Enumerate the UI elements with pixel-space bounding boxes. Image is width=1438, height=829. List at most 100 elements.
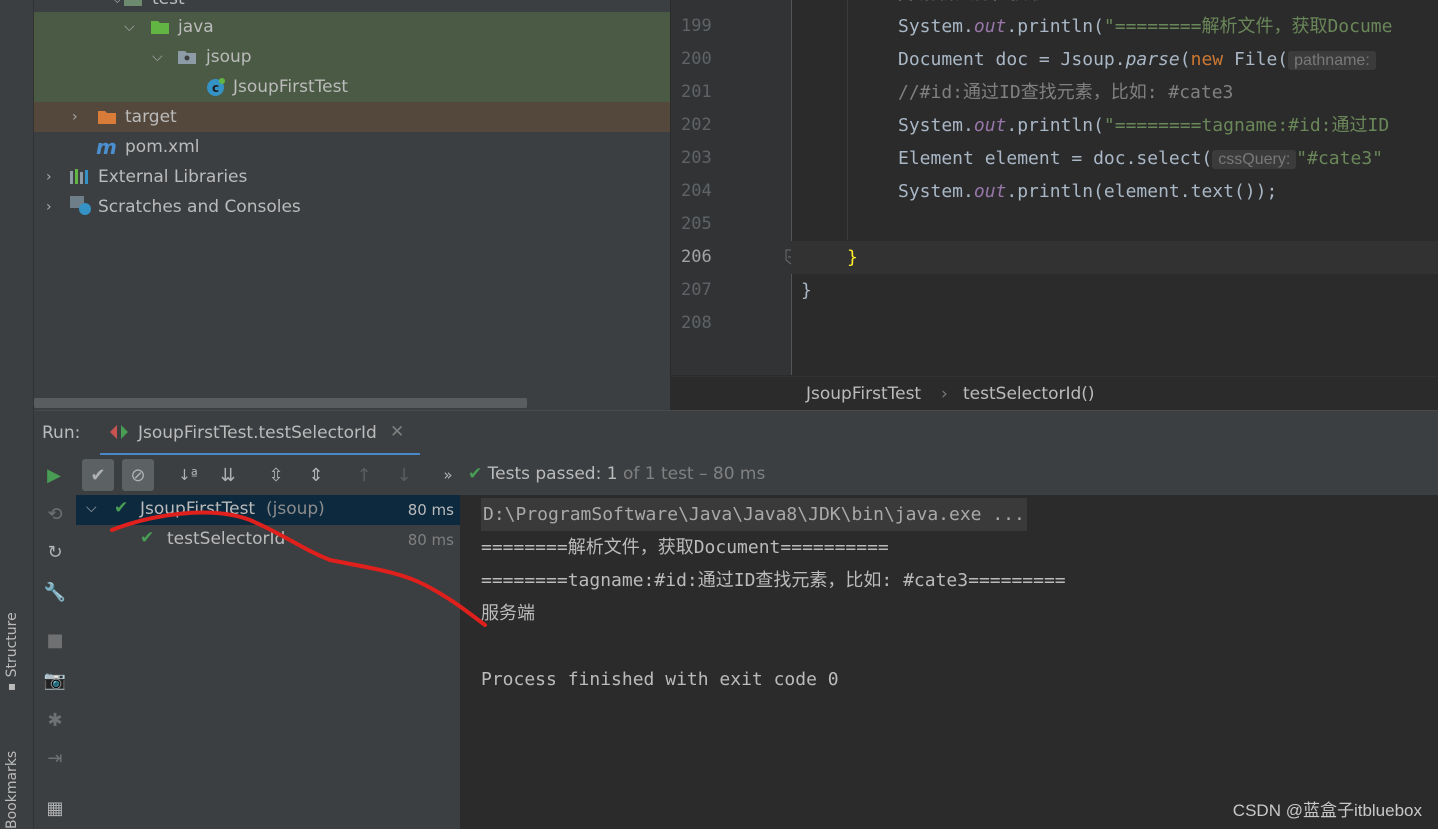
snapshot-button[interactable]: 📷: [42, 667, 68, 693]
code-token: new: [1190, 49, 1224, 70]
bookmarks-tab[interactable]: Bookmarks: [4, 751, 20, 829]
class-icon: c: [207, 78, 225, 96]
watermark: CSDN @蓝盒子itbluebox: [1232, 801, 1422, 820]
arrow-up-icon: ↑: [356, 464, 372, 486]
code-token: "========解析文件，获取Docume: [1103, 16, 1393, 37]
test-suite-name: JsoupFirstTest: [140, 499, 256, 519]
tree-item-external-libraries[interactable]: › External Libraries: [34, 162, 670, 192]
parameter-hint: cssQuery:: [1212, 150, 1297, 169]
stop-icon: ■: [46, 629, 64, 651]
layout-button[interactable]: ▦: [42, 795, 68, 821]
arrow-down-icon: ↓: [396, 464, 412, 486]
run-label: Run:: [42, 423, 81, 443]
settings-button[interactable]: 🔧: [42, 579, 68, 605]
code-token: System.: [898, 115, 974, 136]
code-token: out: [973, 181, 1007, 202]
tree-item-scratches[interactable]: › Scratches and Consoles: [34, 192, 670, 222]
sort-alpha-button[interactable]: ↓ª: [172, 459, 204, 491]
structure-icon: ▪: [7, 678, 17, 693]
maven-icon: m: [96, 135, 117, 159]
status-suffix: of 1 test – 80 ms: [622, 464, 766, 484]
test-duration: 80 ms: [407, 501, 454, 519]
chevron-right-icon: ›: [941, 384, 948, 404]
chevron-down-icon[interactable]: ⌵: [152, 42, 163, 72]
console-line: Process finished with exit code 0: [481, 669, 839, 690]
console-line: 服务端: [481, 603, 535, 624]
line-number: 207: [681, 280, 712, 300]
line-number: 206: [681, 247, 712, 267]
collapse-all-icon: ⇕: [308, 464, 324, 486]
show-ignored-button[interactable]: ⊘: [122, 459, 154, 491]
tree-item-java[interactable]: ⌵ java: [34, 12, 670, 42]
tree-item-label: target: [125, 107, 177, 127]
expand-all-button[interactable]: ⇳: [260, 459, 292, 491]
test-row-selected[interactable]: ⌵ ✔ JsoupFirstTest (jsoup) 80 ms: [76, 495, 460, 525]
breadcrumb-method[interactable]: testSelectorId(): [963, 377, 1095, 410]
code-token: "========tagname:#id:通过ID: [1103, 115, 1390, 136]
tree-item-target[interactable]: › target: [34, 102, 670, 132]
status-count: 1: [606, 464, 618, 484]
parameter-hint: pathname:: [1288, 51, 1376, 70]
code-line: }: [847, 247, 858, 268]
wrench-icon: 🔧: [43, 581, 67, 603]
code-line: }: [801, 280, 812, 301]
show-passed-button[interactable]: ✔: [82, 459, 114, 491]
line-number: 208: [681, 313, 712, 333]
test-status: ✔ Tests passed: 1 of 1 test – 80 ms: [468, 464, 765, 484]
chevron-down-icon[interactable]: ⌵: [86, 500, 97, 516]
structure-tab[interactable]: ▪ Structure: [4, 612, 20, 693]
breadcrumb-class[interactable]: JsoupFirstTest: [806, 377, 921, 410]
svg-text:c: c: [212, 81, 219, 95]
tree-item-pom[interactable]: m pom.xml: [34, 132, 670, 162]
horizontal-scrollbar[interactable]: [34, 398, 527, 408]
previous-test-button[interactable]: ↑: [348, 459, 380, 491]
line-number: 203: [681, 148, 712, 168]
chevron-right-icon[interactable]: ›: [72, 102, 78, 132]
code-token: out: [973, 16, 1007, 37]
line-number: 204: [681, 181, 712, 201]
run-config-icon: [110, 425, 128, 439]
run-side-toolbar: ⟲ ↻ 🔧 ■ 📷 ✱ ⇥ ▦: [34, 495, 76, 829]
folder-icon: [98, 111, 116, 124]
layout-icon: ▦: [46, 797, 64, 819]
test-duration: 80 ms: [407, 531, 454, 549]
stop-button[interactable]: ■: [42, 627, 68, 653]
next-test-button[interactable]: ↓: [388, 459, 420, 491]
folder-icon: [124, 0, 142, 6]
tree-item-jsoupfirsttest[interactable]: c JsoupFirstTest: [34, 72, 670, 102]
gutter-divider: [791, 0, 792, 375]
console-output[interactable]: D:\ProgramSoftware\Java\Java8\JDK\bin\ja…: [461, 495, 1438, 829]
expand-all-icon: ⇳: [268, 464, 284, 486]
code-editor[interactable]: 198 199 200 201 202 203 204 205 206 207 …: [671, 0, 1438, 410]
more-button[interactable]: »: [432, 459, 464, 491]
tree-item-jsoup[interactable]: ⌵ jsoup: [34, 42, 670, 72]
tree-item-label: JsoupFirstTest: [233, 77, 349, 97]
chevron-right-icon[interactable]: ›: [46, 192, 52, 222]
test-row[interactable]: ✔ testSelectorId 80 ms: [76, 525, 460, 555]
structure-tab-label: Structure: [4, 612, 20, 678]
console-line: ========tagname:#id:通过ID查找元素，比如: #cate3=…: [481, 570, 1066, 591]
exit-icon: ⇥: [47, 747, 63, 769]
chevron-down-icon[interactable]: ⌵: [124, 12, 135, 42]
code-token: System.: [898, 181, 974, 202]
tree-item-label: jsoup: [206, 47, 252, 67]
auto-test-icon: ⟲: [47, 503, 63, 525]
rerun-failed-button[interactable]: ↻: [42, 539, 68, 565]
collapse-all-button[interactable]: ⇕: [300, 459, 332, 491]
sort-duration-button[interactable]: ⇊: [212, 459, 244, 491]
chevron-right-icon[interactable]: ›: [46, 162, 52, 192]
libraries-icon: [70, 169, 88, 184]
debug-button[interactable]: ✱: [42, 707, 68, 733]
breadcrumb: JsoupFirstTest › testSelectorId(): [671, 376, 1438, 410]
test-runner-toolbar: ▶ ✔ ⊘ ↓ª ⇊ ⇳ ⇕ ↑ ↓ » ✔ Tests passed: 1 o…: [34, 455, 1438, 495]
close-icon[interactable]: ✕: [390, 422, 404, 442]
project-tree: ⌵ test ⌵ java ⌵ jsoup c JsoupFirstTest ›…: [34, 0, 670, 410]
check-icon: ✔: [114, 498, 129, 518]
check-icon: ✔: [90, 464, 106, 486]
toggle-auto-test-button[interactable]: ⟲: [42, 501, 68, 527]
bug-icon: ✱: [47, 709, 63, 731]
run-tab[interactable]: JsoupFirstTest.testSelectorId ✕: [100, 411, 420, 456]
tool-window-strip: ▪ Structure Bookmarks: [0, 0, 34, 829]
exit-button[interactable]: ⇥: [42, 745, 68, 771]
rerun-button[interactable]: ▶: [38, 459, 70, 491]
